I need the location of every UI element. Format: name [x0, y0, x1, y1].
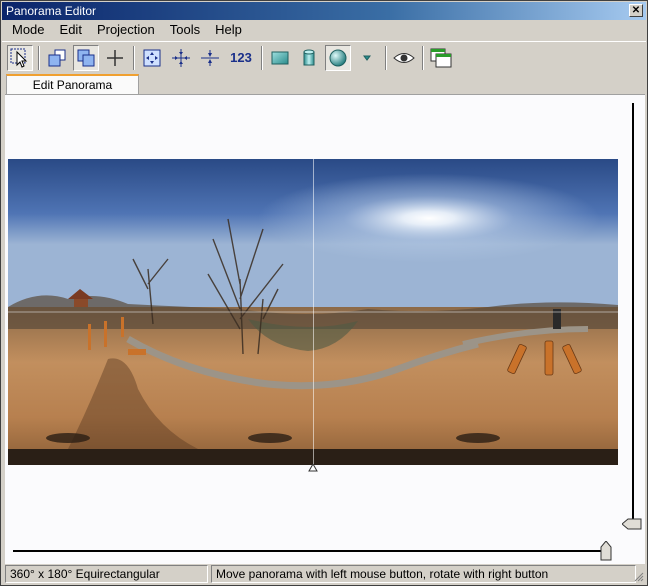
menu-mode[interactable]: Mode [2, 20, 50, 40]
close-icon: ✕ [631, 5, 641, 16]
toolbar-separator [385, 45, 387, 70]
crosshair-button[interactable] [102, 45, 128, 71]
crosshair-icon [107, 49, 123, 66]
hint-status: Move panorama with left mouse button, ro… [211, 565, 636, 583]
vertical-slider-track[interactable] [632, 103, 634, 523]
vertical-center-guide [313, 159, 314, 469]
back-image-button[interactable] [73, 44, 99, 71]
numeric-input-button[interactable]: 123 [226, 45, 256, 71]
projection-status: 360° x 180° Equirectangular [5, 565, 208, 583]
toolbar-separator [133, 45, 135, 70]
toolbar-separator [261, 45, 263, 70]
back-image-icon [77, 49, 95, 66]
tab-strip: Edit Panorama [2, 73, 646, 96]
vertical-slider-thumb[interactable] [622, 518, 642, 530]
title-bar: Panorama Editor ✕ [2, 2, 646, 20]
center-button[interactable] [168, 45, 194, 71]
toolbar-separator [422, 45, 424, 70]
horizontal-slider-track[interactable] [13, 550, 607, 552]
cylindrical-projection-icon [303, 49, 315, 65]
rectilinear-projection-icon [271, 51, 289, 64]
panorama-canvas[interactable] [5, 94, 645, 564]
straighten-horizon-icon [201, 49, 219, 66]
resize-grip-icon[interactable] [634, 572, 644, 582]
center-icon [172, 48, 190, 67]
menu-tools[interactable]: Tools [160, 20, 205, 40]
menu-help[interactable]: Help [205, 20, 247, 40]
tab-edit-panorama[interactable]: Edit Panorama [6, 74, 139, 96]
panorama-editor-window: Panorama Editor ✕ Mode Edit Projection T… [0, 0, 648, 586]
menu-projection[interactable]: Projection [87, 20, 160, 40]
close-button[interactable]: ✕ [629, 4, 643, 17]
tab-label: Edit Panorama [32, 78, 113, 92]
toolbar-separator [38, 45, 40, 70]
window-layout-button[interactable] [428, 45, 454, 71]
front-image-button[interactable] [44, 45, 70, 71]
select-pointer-icon [10, 48, 28, 68]
fit-to-window-button[interactable] [139, 45, 165, 71]
straighten-button[interactable] [197, 45, 223, 71]
fit-to-window-icon [143, 49, 161, 66]
window-title: Panorama Editor [6, 4, 97, 18]
spherical-projection-button[interactable] [325, 44, 351, 71]
toolbar: 123 [2, 41, 646, 73]
preview-button[interactable] [391, 45, 417, 71]
window-layout-icon [430, 48, 452, 67]
cylindrical-projection-button[interactable] [296, 45, 322, 71]
horizontal-slider-thumb[interactable] [600, 541, 612, 561]
menu-bar: Mode Edit Projection Tools Help [2, 20, 646, 40]
projection-dropdown-icon [363, 55, 371, 61]
menu-edit[interactable]: Edit [50, 20, 87, 40]
projection-dropdown-button[interactable] [354, 45, 380, 71]
select-tool-button[interactable] [7, 44, 33, 71]
preview-eye-icon [393, 52, 415, 63]
center-marker-icon[interactable] [308, 464, 318, 472]
status-bar: 360° x 180° Equirectangular Move panoram… [2, 564, 646, 584]
numeric-input-icon: 123 [230, 50, 252, 65]
front-image-icon [48, 49, 66, 66]
spherical-projection-icon [329, 49, 347, 66]
rectilinear-projection-button[interactable] [267, 45, 293, 71]
